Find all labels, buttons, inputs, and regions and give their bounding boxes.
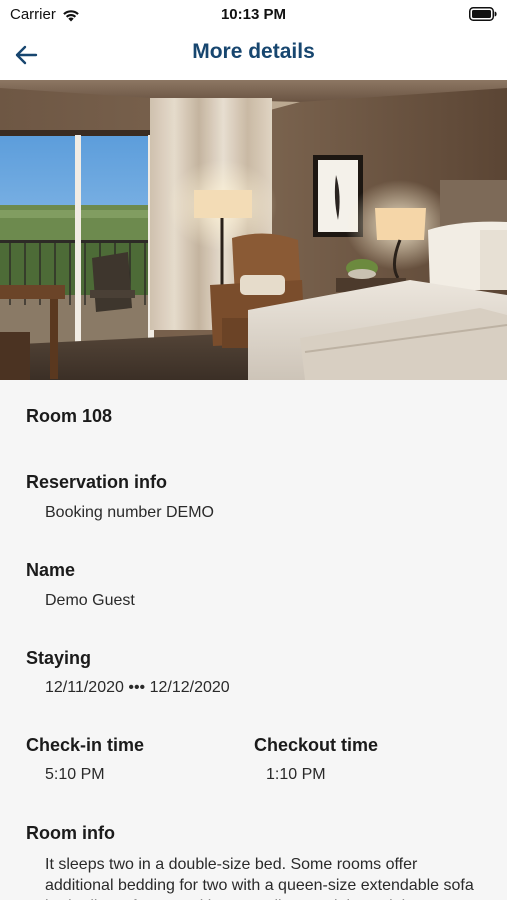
room-title: Room 108 bbox=[26, 406, 113, 426]
status-time: 10:13 PM bbox=[220, 6, 287, 23]
room-photo bbox=[0, 80, 507, 380]
staying-label: Staying bbox=[26, 648, 92, 668]
page-title: More details bbox=[192, 40, 315, 63]
checkin-time: 5:10 PM bbox=[45, 766, 105, 783]
booking-number: Booking number DEMO bbox=[45, 504, 214, 521]
room-info-label: Room info bbox=[26, 823, 115, 843]
guest-name: Demo Guest bbox=[45, 592, 135, 609]
stay-dates: 12/11/2020 ••• 12/12/2020 bbox=[45, 679, 230, 696]
checkout-label: Checkout time bbox=[254, 735, 379, 755]
checkin-label: Check-in time bbox=[26, 735, 145, 755]
details-panel: Room 108 Reservation info Booking number… bbox=[0, 380, 507, 900]
navigation-bar: More details bbox=[0, 30, 507, 80]
name-label: Name bbox=[26, 560, 76, 580]
status-bar: Carrier 10:13 PM bbox=[0, 0, 507, 30]
checkout-time: 1:10 PM bbox=[266, 766, 326, 783]
battery-icon bbox=[469, 7, 497, 21]
hotel-room-image bbox=[0, 80, 507, 380]
room-info-description: It sleeps two in a double-size bed. Some… bbox=[45, 856, 474, 900]
reservation-info-label: Reservation info bbox=[26, 472, 168, 492]
